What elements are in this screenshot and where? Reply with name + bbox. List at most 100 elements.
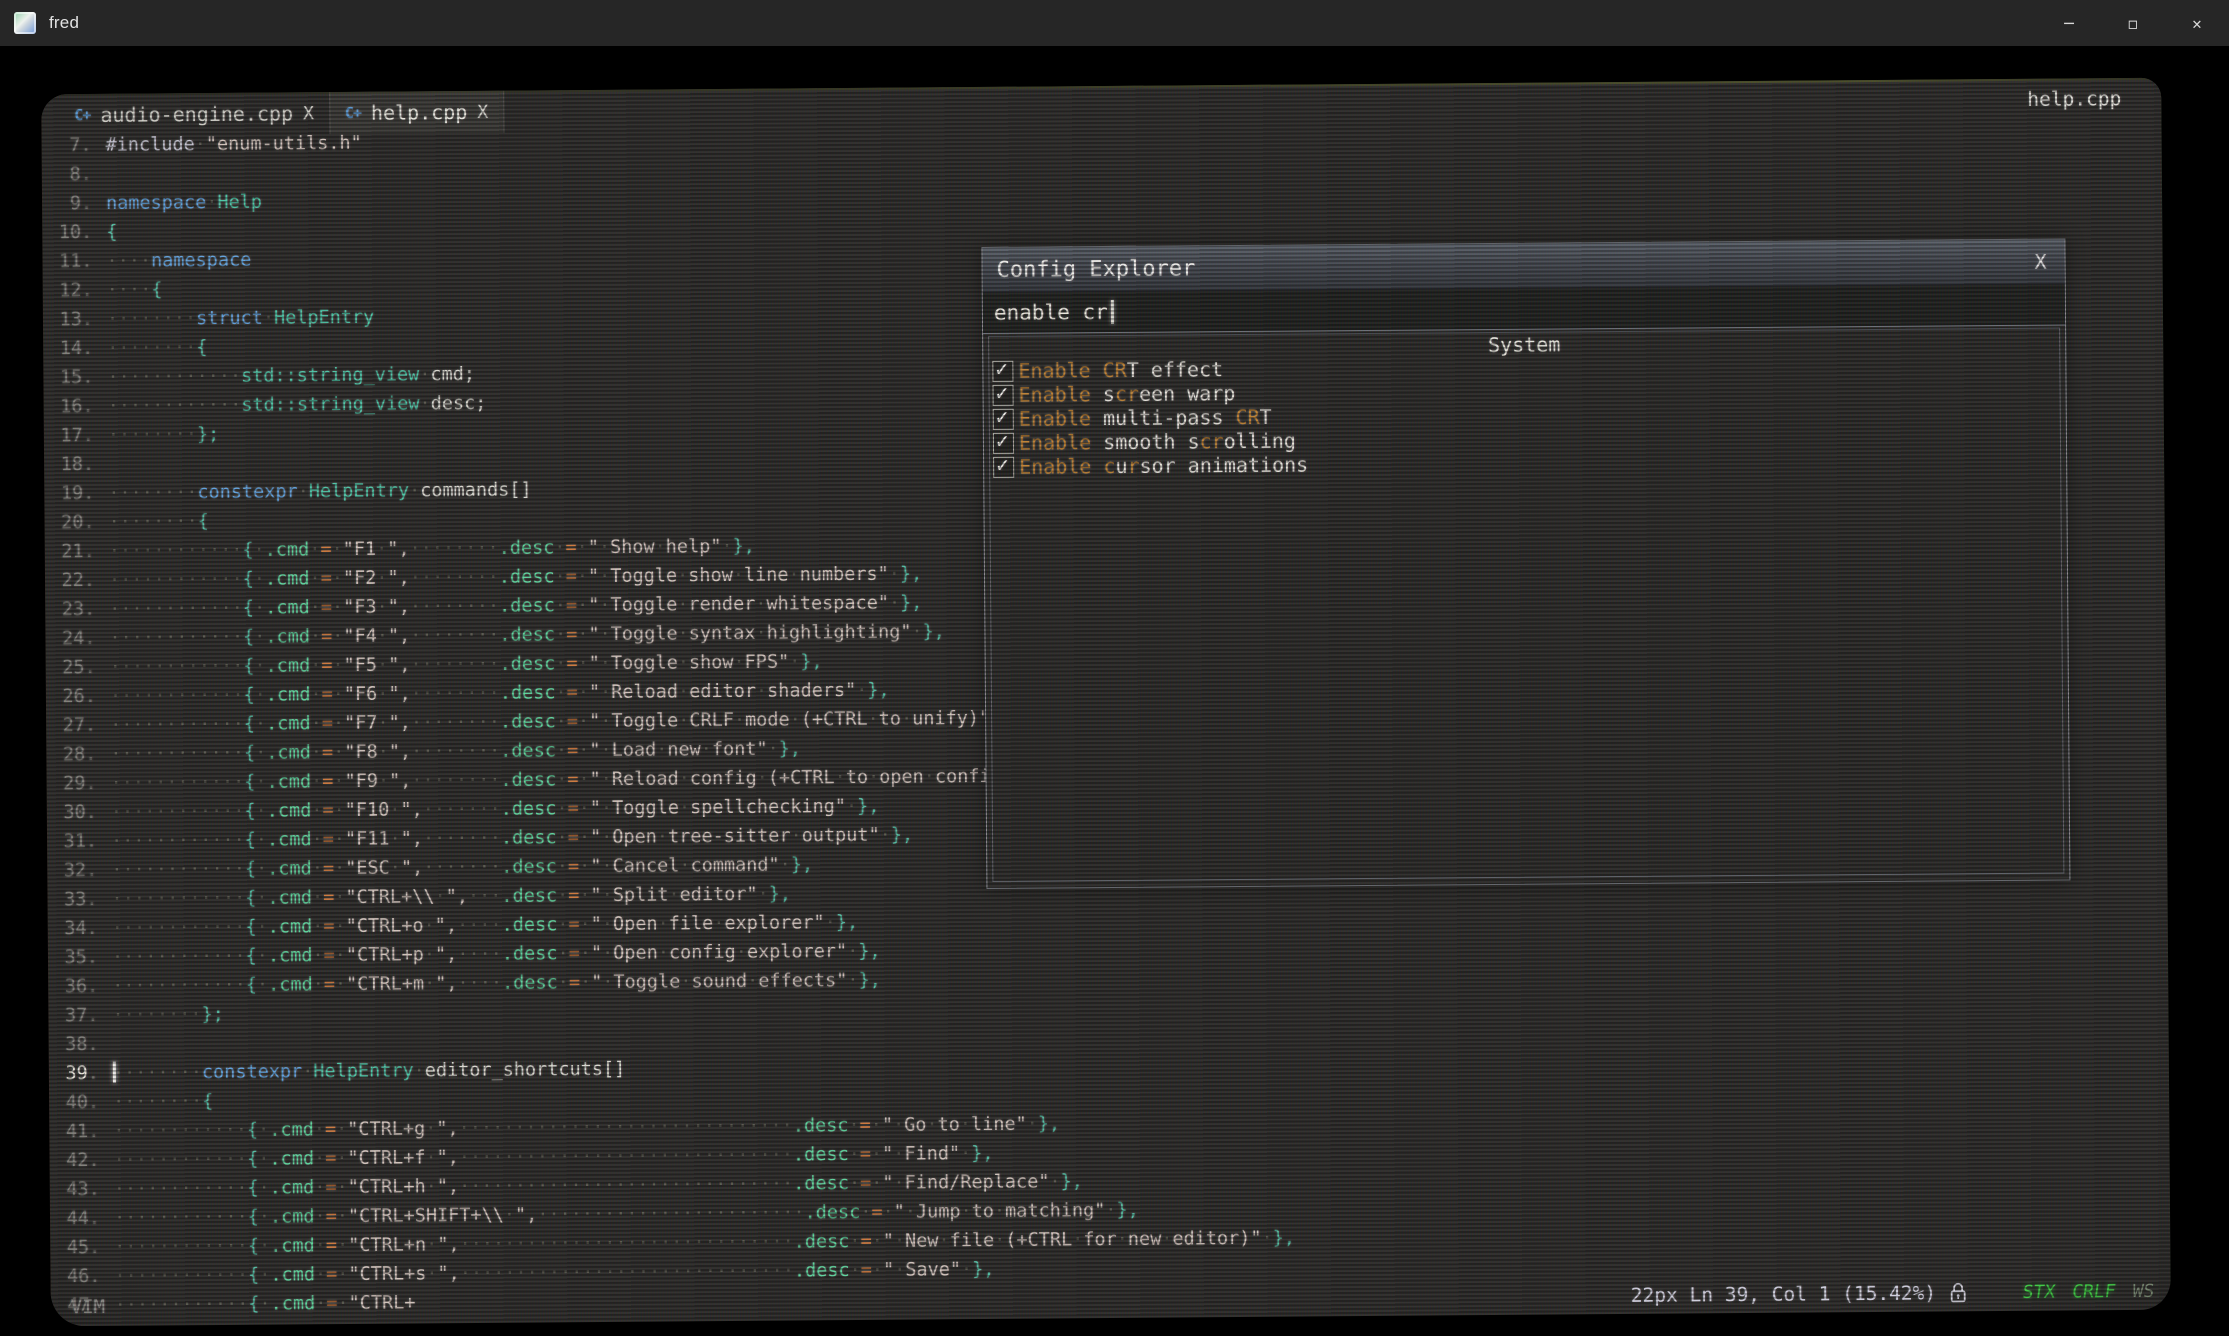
search-match-text: Enable [1018, 358, 1090, 383]
panel-close-icon[interactable]: X [2030, 250, 2050, 274]
code-token: = [322, 771, 333, 792]
code-token: .cmd [269, 1119, 314, 1140]
code-token: Reload [612, 768, 679, 790]
whitespace-dots: · [310, 626, 321, 647]
checkbox-icon[interactable]: ✓ [992, 360, 1013, 381]
whitespace-dots: · [309, 539, 320, 560]
whitespace-dots: · [310, 655, 321, 676]
code-token: show [689, 652, 734, 673]
whitespace-dots: · [678, 681, 689, 702]
whitespace-dots: · [856, 680, 867, 701]
whitespace-dots: · [577, 653, 588, 674]
whitespace-dots: · [554, 537, 565, 558]
whitespace-dots: ············ [114, 1265, 248, 1287]
whitespace-dots: · [419, 393, 430, 414]
code-token: " [883, 1231, 894, 1252]
code-token: .cmd [267, 858, 312, 879]
code-token: "CTRL+p [346, 944, 424, 966]
whitespace-dots: · [835, 767, 846, 788]
whitespace-dots: · [195, 134, 206, 155]
whitespace-dots: · [601, 827, 612, 848]
whitespace-dots: · [557, 914, 568, 935]
whitespace-dots: · [602, 972, 613, 993]
minimize-button[interactable]: ─ [2037, 0, 2101, 46]
checkbox-icon[interactable]: ✓ [993, 432, 1014, 453]
whitespace-dots: · [426, 1263, 437, 1284]
whitespace-dots: · [733, 565, 744, 586]
search-match-text: r [1127, 454, 1139, 478]
whitespace-dots: · [314, 1206, 325, 1227]
line-number: 28. [46, 740, 96, 769]
code-token: }, [1060, 1171, 1082, 1192]
whitespace-dots: · [255, 685, 266, 706]
code-token: .cmd [266, 684, 311, 705]
code-token: line [744, 564, 789, 585]
code-token: }, [1038, 1113, 1060, 1134]
whitespace-dots: · [377, 713, 388, 734]
code-token: " [894, 1202, 905, 1223]
code-token: { [202, 1091, 213, 1112]
maximize-button[interactable]: ◻ [2101, 0, 2165, 46]
whitespace-dots: · [578, 740, 589, 761]
whitespace-dots: · [733, 652, 744, 673]
code-token: " [590, 885, 601, 906]
code-token: }, [900, 592, 922, 613]
checkbox-icon[interactable]: ✓ [993, 408, 1014, 429]
whitespace-dots: ···· [106, 250, 151, 271]
whitespace-dots: · [938, 1230, 949, 1251]
code-token: }, [1116, 1200, 1138, 1221]
whitespace-dots: · [378, 742, 389, 763]
code-token: = [566, 595, 577, 616]
code-token: ", [389, 741, 411, 762]
code-token: "CTRL+s [348, 1263, 426, 1285]
option-text [1091, 358, 1103, 382]
whitespace-dots: · [313, 974, 324, 995]
code-token: " [590, 827, 601, 848]
whitespace-dots: · [557, 885, 568, 906]
whitespace-dots: · [679, 855, 690, 876]
whitespace-dots: · [668, 884, 679, 905]
whitespace-dots: · [578, 682, 589, 703]
tab-help-cpp[interactable]: C+help.cppX [329, 91, 505, 134]
tab-label: help.cpp [371, 100, 468, 125]
whitespace-dots: · [579, 798, 590, 819]
code-token: Show [610, 537, 655, 558]
line-number: 9. [42, 189, 92, 218]
checkbox-icon[interactable]: ✓ [993, 456, 1014, 477]
whitespace-dots: ············ [113, 1149, 247, 1171]
code-token: HelpEntry [309, 480, 409, 502]
code-token: " [591, 914, 602, 935]
code-token: .desc [499, 624, 555, 645]
tab-close-icon[interactable]: X [477, 101, 488, 122]
tab-close-icon[interactable]: X [303, 103, 314, 124]
close-button[interactable]: ✕ [2165, 0, 2229, 46]
whitespace-dots: ············ [111, 772, 245, 794]
whitespace-dots: ········ [411, 712, 500, 734]
whitespace-dots: · [994, 1201, 1005, 1222]
search-match-text: CR [1103, 358, 1127, 382]
whitespace-dots: · [377, 626, 388, 647]
whitespace-dots: · [658, 942, 669, 963]
whitespace-dots: · [677, 594, 688, 615]
whitespace-dots: · [713, 913, 724, 934]
whitespace-dots: ············ [111, 859, 245, 881]
whitespace-dots: · [994, 1230, 1005, 1251]
code-token: { [196, 337, 207, 358]
code-token: = [567, 769, 578, 790]
config-search-input[interactable]: enable cr [983, 284, 2065, 333]
line-number: 37. [48, 1001, 98, 1030]
code-token: ", [388, 625, 410, 646]
code-token: namespace [106, 192, 206, 214]
whitespace-dots: · [425, 1118, 436, 1139]
line-number: 45. [50, 1233, 100, 1262]
whitespace-dots: ············ [112, 917, 246, 939]
line-number: 41. [49, 1117, 99, 1146]
checkbox-icon[interactable]: ✓ [993, 384, 1014, 405]
code-token: = [568, 827, 579, 848]
tab-audio-engine-cpp[interactable]: C+audio-engine.cppX [59, 92, 329, 136]
whitespace-dots: ······························ [459, 1115, 793, 1139]
code-token: = [322, 713, 333, 734]
whitespace-dots: ············ [111, 801, 245, 823]
code-token: ", [388, 654, 410, 675]
whitespace-dots: · [332, 655, 343, 676]
